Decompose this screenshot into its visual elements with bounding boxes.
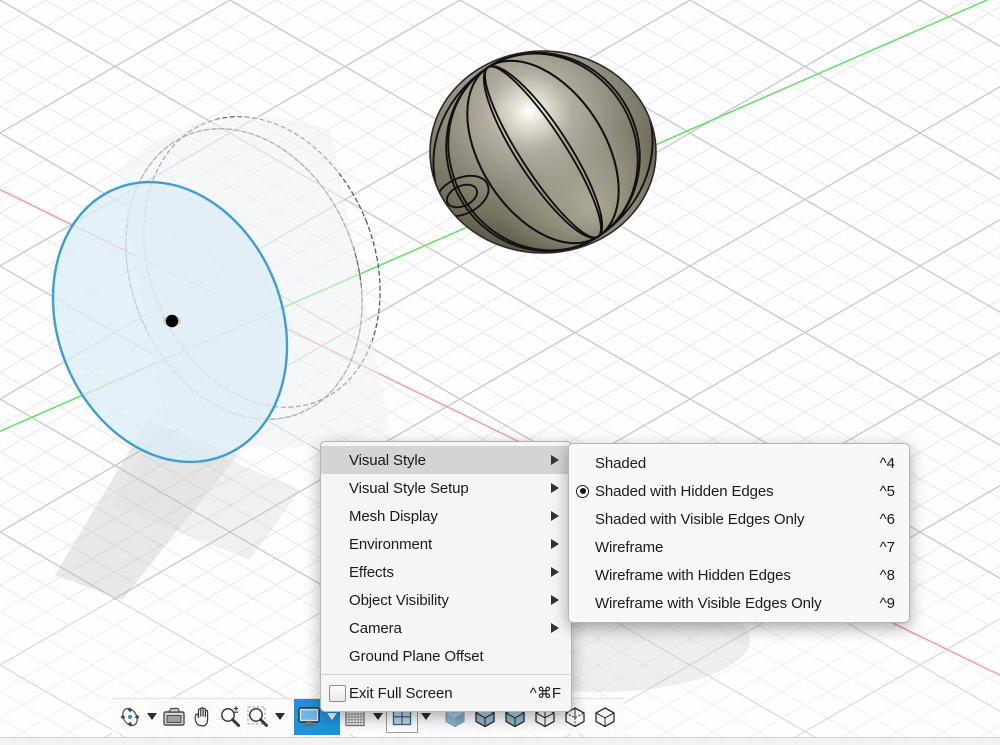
orbit-dropdown-arrow[interactable]	[144, 702, 160, 732]
visual-style-submenu[interactable]: Shaded ^4 Shaded with Hidden Edges ^5 Sh…	[568, 443, 910, 623]
submenu-shortcut: ^9	[879, 594, 895, 612]
submenu-item-label: Wireframe	[595, 538, 664, 556]
orbit-icon[interactable]	[116, 702, 144, 732]
chevron-right-icon	[551, 567, 559, 577]
zoom-window-icon[interactable]	[244, 702, 272, 732]
menu-divider	[322, 674, 570, 675]
menu-item-ground-plane-offset[interactable]: Ground Plane Offset	[321, 642, 571, 670]
zoom-magnifier-icon[interactable]	[216, 702, 244, 732]
menu-item-label: Environment	[349, 535, 433, 553]
menu-item-camera[interactable]: Camera	[321, 614, 571, 642]
chevron-right-icon	[551, 511, 559, 521]
submenu-shortcut: ^4	[879, 454, 895, 472]
submenu-shortcut: ^6	[879, 510, 895, 528]
application-window: Visual Style Visual Style Setup Mesh Dis…	[0, 0, 1000, 745]
menu-item-label: Visual Style Setup	[349, 479, 469, 497]
chevron-right-icon	[551, 539, 559, 549]
submenu-shortcut: ^8	[879, 566, 895, 584]
menu-item-label: Camera	[349, 619, 402, 637]
menu-item-environment[interactable]: Environment	[321, 530, 571, 558]
menu-item-object-visibility[interactable]: Object Visibility	[321, 586, 571, 614]
submenu-item-shaded-with-hidden-edges[interactable]: Shaded with Hidden Edges ^5	[569, 477, 909, 505]
submenu-shortcut: ^7	[879, 538, 895, 556]
menu-item-label: Visual Style	[349, 451, 426, 469]
menu-item-label: Mesh Display	[349, 507, 438, 525]
submenu-item-wireframe-with-visible-edges-only[interactable]: Wireframe with Visible Edges Only ^9	[569, 589, 909, 617]
submenu-shortcut: ^5	[879, 482, 895, 500]
chevron-right-icon	[551, 623, 559, 633]
submenu-item-label: Shaded with Visible Edges Only	[595, 510, 805, 528]
submenu-item-label: Wireframe with Hidden Edges	[595, 566, 791, 584]
menu-item-label: Object Visibility	[349, 591, 449, 609]
chevron-right-icon	[551, 483, 559, 493]
menu-item-visual-style[interactable]: Visual Style	[321, 446, 571, 474]
menu-item-label: Effects	[349, 563, 394, 581]
chevron-right-icon	[551, 595, 559, 605]
look-at-icon[interactable]	[160, 702, 188, 732]
submenu-item-wireframe-with-hidden-edges[interactable]: Wireframe with Hidden Edges ^8	[569, 561, 909, 589]
chevron-right-icon	[551, 455, 559, 465]
submenu-item-shaded-with-visible-edges-only[interactable]: Shaded with Visible Edges Only ^6	[569, 505, 909, 533]
checkbox-icon[interactable]	[329, 684, 346, 702]
submenu-item-wireframe[interactable]: Wireframe ^7	[569, 533, 909, 561]
menu-item-label: Ground Plane Offset	[349, 647, 484, 665]
menu-item-visual-style-setup[interactable]: Visual Style Setup	[321, 474, 571, 502]
cube-wireframe-visible-icon[interactable]	[590, 702, 620, 732]
submenu-item-label: Shaded	[595, 454, 647, 472]
submenu-item-label: Wireframe with Visible Edges Only	[595, 594, 822, 612]
menu-item-exit-full-screen[interactable]: Exit Full Screen ^⌘F	[321, 679, 571, 707]
view-context-menu[interactable]: Visual Style Visual Style Setup Mesh Dis…	[320, 441, 572, 712]
radio-icon-selected	[576, 484, 589, 498]
menu-item-mesh-display[interactable]: Mesh Display	[321, 502, 571, 530]
zoom-window-dropdown-arrow[interactable]	[272, 702, 288, 732]
status-strip	[0, 737, 1000, 745]
menu-item-effects[interactable]: Effects	[321, 558, 571, 586]
menu-shortcut: ^⌘F	[529, 685, 561, 702]
pan-hand-icon[interactable]	[188, 702, 216, 732]
submenu-item-shaded[interactable]: Shaded ^4	[569, 449, 909, 477]
menu-item-label: Exit Full Screen	[349, 684, 453, 702]
submenu-item-label: Shaded with Hidden Edges	[595, 482, 774, 500]
